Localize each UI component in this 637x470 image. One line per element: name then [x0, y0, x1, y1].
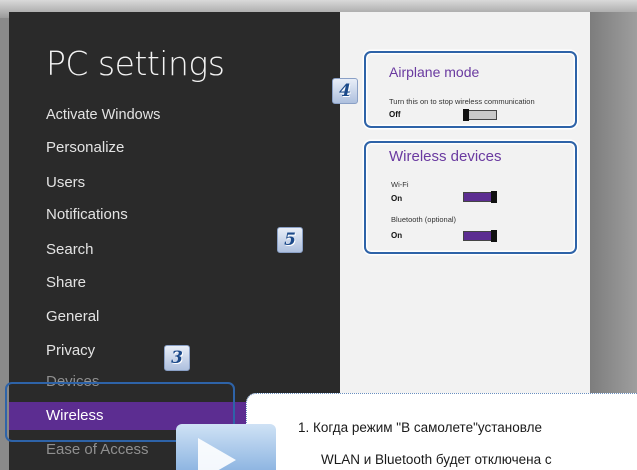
- nav-item-share[interactable]: Share: [9, 269, 340, 297]
- toggle-knob: [491, 230, 497, 242]
- toggle-knob: [491, 191, 497, 203]
- bluetooth-label: Bluetooth (optional): [391, 215, 457, 224]
- callout-number-5: 5: [277, 227, 303, 253]
- airplane-mode-state: Off: [389, 110, 401, 119]
- nav-item-notifications[interactable]: Notifications: [9, 201, 340, 229]
- note-line-2: WLAN и Bluetooth будет отключена с: [321, 452, 552, 467]
- airplane-mode-title: Airplane mode: [389, 64, 480, 80]
- note-line-1: 1. Когда режим "В самолете"установле: [298, 420, 542, 435]
- nav-item-users[interactable]: Users: [9, 169, 340, 197]
- callout-number-3: 3: [164, 345, 190, 371]
- wifi-state: On: [391, 194, 403, 203]
- nav-item-personalize[interactable]: Personalize: [9, 134, 340, 162]
- bluetooth-state: On: [391, 231, 403, 240]
- nav-item-general[interactable]: General: [9, 303, 340, 331]
- play-arrow-icon: [176, 424, 276, 470]
- nav-item-activate-windows[interactable]: Activate Windows: [9, 101, 340, 129]
- bluetooth-toggle[interactable]: [463, 230, 497, 242]
- callout-number-4: 4: [332, 78, 358, 104]
- wireless-devices-title: Wireless devices: [389, 148, 502, 165]
- wifi-label: Wi-Fi: [391, 180, 409, 189]
- airplane-mode-description: Turn this on to stop wireless communicat…: [389, 97, 535, 106]
- wifi-toggle[interactable]: [463, 191, 497, 203]
- page-title: PC settings: [46, 44, 225, 83]
- toggle-knob: [463, 109, 469, 121]
- airplane-mode-toggle[interactable]: [463, 109, 497, 121]
- play-triangle: [198, 438, 236, 470]
